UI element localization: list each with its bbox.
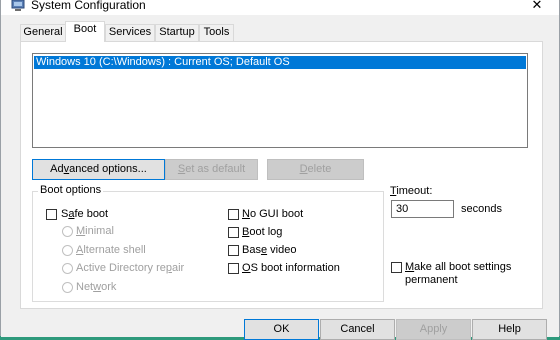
delete-button[interactable]: Delete [267,159,364,180]
help-button[interactable]: Help [472,319,547,340]
system-configuration-window: System Configuration ✕ General Boot Serv… [0,0,560,340]
network-label[interactable]: Network [76,281,116,293]
label-part: Active Directory re [76,262,166,274]
boot-log-label[interactable]: Boot log [242,226,282,238]
delete-label-part: elete [307,163,332,175]
alternate-shell-label[interactable]: Alternate shell [76,244,146,256]
os-boot-information-checkbox[interactable] [228,263,239,274]
boot-entry-list[interactable]: Windows 10 (C:\Windows) : Current OS; De… [32,53,528,148]
tab-general[interactable]: General [20,24,66,41]
make-permanent-checkbox[interactable] [391,262,402,273]
tab-startup[interactable]: Startup [155,24,199,41]
tab-general-label: General [23,26,63,38]
label-part: ake all boot settings [414,261,512,273]
boot-entry-item-selected[interactable]: Windows 10 (C:\Windows) : Current OS; De… [34,56,526,69]
boot-options-legend: Boot options [38,184,104,196]
make-permanent-label[interactable]: Make all boot settings permanent [405,261,511,287]
cancel-button[interactable]: Cancel [320,319,395,340]
active-directory-repair-radio[interactable] [62,263,73,274]
mnemonic: N [242,208,250,220]
close-icon: ✕ [531,0,543,12]
close-button[interactable]: ✕ [523,0,551,14]
apply-button[interactable]: Apply [396,319,471,340]
advanced-options-label-part: Ad [50,163,64,175]
minimal-radio[interactable] [62,226,73,237]
safe-boot-checkbox[interactable] [46,209,57,220]
no-gui-boot-checkbox[interactable] [228,209,239,220]
label-part: imeout: [396,185,433,197]
safe-boot-label[interactable]: Safe boot [61,208,108,220]
tab-boot[interactable]: Boot [65,21,105,42]
label-part: permanent [405,274,458,286]
set-default-label-part: et as default [185,163,246,175]
tab-tools[interactable]: Tools [199,24,234,41]
label-part: o GUI boot [249,208,304,220]
seconds-label: seconds [461,203,502,215]
label-part: oot log [249,226,283,238]
ok-button[interactable]: OK [244,319,319,340]
tab-services-label: Services [108,26,152,38]
set-as-default-button[interactable]: Set as default [165,159,258,180]
tab-boot-label: Boot [73,23,97,35]
window-title: System Configuration [31,0,146,12]
msconfig-icon [11,0,25,11]
tab-services[interactable]: Services [105,24,155,41]
advanced-options-label-part: anced options... [69,163,147,175]
base-video-checkbox[interactable] [228,245,239,256]
base-video-label[interactable]: Base video [242,244,296,256]
label-part: Bas [242,244,261,256]
label-part: video [267,244,297,256]
active-directory-repair-label[interactable]: Active Directory repair [76,262,184,274]
network-radio[interactable] [62,282,73,293]
label-part: ork [101,281,117,293]
mnemonic: M [76,225,86,237]
label-part: inimal [85,225,114,237]
mnemonic: w [93,281,102,293]
no-gui-boot-label[interactable]: No GUI boot [242,208,303,220]
timeout-input[interactable]: 30 [391,200,454,218]
timeout-label: Timeout: [390,185,432,197]
label-part: lternate shell [83,244,146,256]
tab-startup-label: Startup [159,26,195,38]
mnemonic: O [242,262,251,274]
label-part: S boot information [250,262,340,274]
mnemonic: M [405,261,415,273]
advanced-options-button[interactable]: Advanced options... [32,159,165,180]
label-part: Net [76,281,94,293]
title-bar[interactable]: System Configuration ✕ [1,0,559,15]
tab-tools-label: Tools [203,26,230,38]
label-part: air [171,262,185,274]
alternate-shell-radio[interactable] [62,245,73,256]
os-boot-information-label[interactable]: OS boot information [242,262,340,274]
boot-log-checkbox[interactable] [228,227,239,238]
label-part: fe boot [74,208,109,220]
minimal-label[interactable]: Minimal [76,225,114,237]
delete-mnemonic: D [299,163,308,175]
